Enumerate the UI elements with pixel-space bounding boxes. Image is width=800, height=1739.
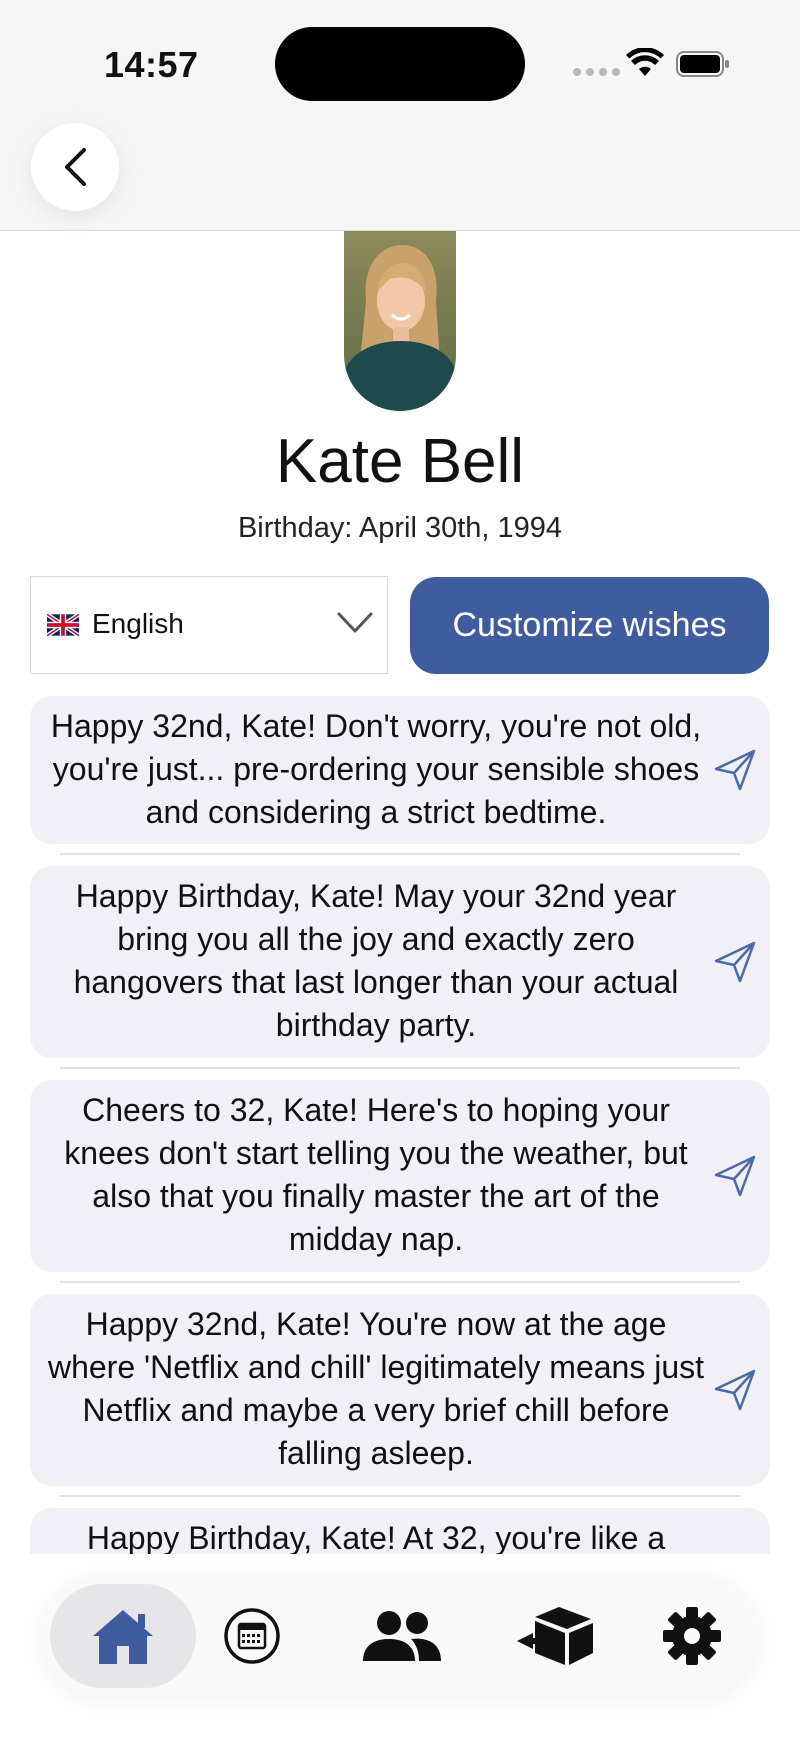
back-button[interactable] bbox=[31, 123, 119, 211]
language-label: English bbox=[92, 608, 184, 639]
wifi-icon bbox=[626, 48, 664, 76]
dynamic-island bbox=[275, 27, 525, 101]
send-icon[interactable] bbox=[712, 1153, 758, 1199]
wish-text: Happy 32nd, Kate! Don't worry, you're no… bbox=[50, 708, 702, 830]
wish-card[interactable]: Happy Birthday, Kate! At 32, you're like… bbox=[30, 1508, 770, 1554]
uk-flag-icon bbox=[47, 614, 79, 636]
send-icon[interactable] bbox=[712, 747, 758, 793]
contact-name: Kate Bell bbox=[275, 427, 525, 496]
battery-icon bbox=[676, 51, 729, 77]
tab-calendar[interactable] bbox=[192, 1584, 312, 1688]
divider bbox=[60, 1067, 740, 1069]
avatar bbox=[344, 231, 456, 411]
wish-text: Happy 32nd, Kate! You're now at the age … bbox=[47, 1306, 705, 1471]
send-icon[interactable] bbox=[712, 939, 758, 985]
home-icon bbox=[93, 1610, 153, 1664]
tab-settings[interactable] bbox=[632, 1584, 752, 1688]
export-box-icon bbox=[517, 1607, 593, 1665]
language-dropdown[interactable]: English bbox=[30, 576, 388, 674]
divider bbox=[60, 1281, 740, 1283]
people-icon bbox=[363, 1611, 441, 1661]
wish-text: Cheers to 32, Kate! Here's to hoping you… bbox=[64, 1092, 688, 1257]
cellular-signal-icon bbox=[573, 68, 620, 76]
calendar-icon bbox=[224, 1608, 280, 1664]
divider bbox=[60, 1495, 740, 1497]
tab-bar bbox=[42, 1576, 758, 1696]
send-icon[interactable] bbox=[712, 1367, 758, 1413]
gear-icon bbox=[663, 1607, 721, 1665]
tab-contacts[interactable] bbox=[332, 1584, 472, 1688]
customize-wishes-button[interactable]: Customize wishes bbox=[410, 577, 769, 674]
chevron-down-icon bbox=[337, 612, 373, 633]
wish-card[interactable]: Cheers to 32, Kate! Here's to hoping you… bbox=[30, 1080, 770, 1272]
tab-export[interactable] bbox=[490, 1584, 622, 1688]
wish-card[interactable]: Happy Birthday, Kate! May your 32nd year… bbox=[30, 866, 770, 1058]
header: 14:57 bbox=[0, 0, 800, 231]
tab-home[interactable] bbox=[50, 1584, 196, 1688]
wishes-list[interactable]: Happy 32nd, Kate! Don't worry, you're no… bbox=[0, 696, 800, 1554]
birthday-label: Birthday: April 30th, 1994 bbox=[237, 512, 563, 544]
divider bbox=[60, 853, 740, 855]
chevron-left-icon bbox=[65, 148, 86, 186]
status-time: 14:57 bbox=[104, 44, 199, 85]
wish-text: Happy Birthday, Kate! May your 32nd year… bbox=[73, 878, 679, 1043]
wish-text: Happy Birthday, Kate! At 32, you're like… bbox=[86, 1520, 666, 1554]
wish-card[interactable]: Happy 32nd, Kate! Don't worry, you're no… bbox=[30, 696, 770, 844]
wish-card[interactable]: Happy 32nd, Kate! You're now at the age … bbox=[30, 1294, 770, 1486]
